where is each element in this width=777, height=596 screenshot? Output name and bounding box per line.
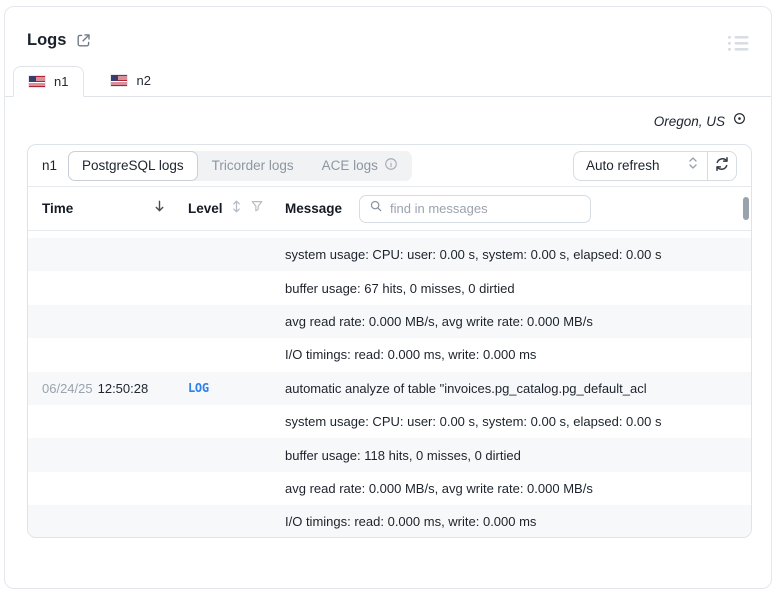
column-label: Message bbox=[285, 201, 343, 216]
log-row[interactable]: buffer usage: 118 hits, 0 misses, 0 dirt… bbox=[28, 438, 751, 472]
card-header: Logs bbox=[5, 7, 771, 52]
log-time: 12:50:28 bbox=[97, 380, 149, 396]
log-date: 06/24/25 bbox=[42, 380, 93, 396]
log-row[interactable]: buffer usage: 67 hits, 0 misses, 0 dirti… bbox=[28, 271, 751, 304]
log-message: system usage: CPU: user: 0.00 s, system:… bbox=[285, 414, 662, 430]
logs-toolbar: n1 PostgreSQL logs Tricorder logs ACE lo… bbox=[28, 145, 751, 187]
segment-label: Tricorder logs bbox=[211, 158, 294, 173]
refresh-controls: Auto refresh bbox=[573, 150, 737, 181]
us-flag-icon bbox=[111, 75, 128, 86]
log-type-tricorder[interactable]: Tricorder logs bbox=[198, 151, 308, 181]
info-icon bbox=[384, 157, 398, 174]
log-row[interactable]: avg read rate: 0.000 MB/s, avg write rat… bbox=[28, 304, 751, 339]
sort-updown-icon[interactable] bbox=[231, 199, 242, 219]
filter-icon[interactable] bbox=[250, 199, 264, 218]
log-message: avg read rate: 0.000 MB/s, avg write rat… bbox=[285, 480, 593, 496]
log-message: I/O timings: read: 0.000 ms, write: 0.00… bbox=[285, 347, 537, 363]
refresh-icon bbox=[714, 156, 730, 175]
log-type-postgresql[interactable]: PostgreSQL logs bbox=[68, 150, 198, 181]
log-row[interactable]: I/O timings: read: 0.000 ms, write: 0.00… bbox=[28, 338, 751, 371]
node-label: n1 bbox=[42, 158, 58, 173]
tab-n2[interactable]: n2 bbox=[96, 65, 165, 96]
log-row[interactable]: I/O timings: read: 0.000 ms, write: 0.00… bbox=[28, 505, 751, 537]
region-label: Oregon, US bbox=[653, 113, 725, 129]
log-message: buffer usage: 67 hits, 0 misses, 0 dirti… bbox=[285, 280, 515, 296]
log-row[interactable]: avg read rate: 0.000 MB/s, avg write rat… bbox=[28, 472, 751, 505]
tab-label: n2 bbox=[136, 73, 151, 88]
column-header-message: Message bbox=[285, 194, 737, 223]
sort-descending-icon[interactable] bbox=[153, 199, 166, 218]
column-label: Level bbox=[188, 201, 223, 216]
log-message: system usage: CPU: user: 0.00 s, system:… bbox=[285, 247, 662, 263]
logs-panel: n1 PostgreSQL logs Tricorder logs ACE lo… bbox=[27, 144, 752, 538]
node-tabbar: n1 n2 bbox=[5, 65, 771, 97]
message-search[interactable] bbox=[359, 194, 592, 223]
tab-n1[interactable]: n1 bbox=[13, 66, 85, 97]
log-message: I/O timings: read: 0.000 ms, write: 0.00… bbox=[285, 514, 537, 530]
page-title: Logs bbox=[27, 31, 67, 49]
search-icon bbox=[369, 199, 383, 218]
location-icon bbox=[732, 111, 747, 131]
segment-label: PostgreSQL logs bbox=[82, 158, 184, 173]
refresh-button[interactable] bbox=[707, 151, 736, 180]
search-input[interactable] bbox=[390, 201, 582, 216]
tab-label: n1 bbox=[54, 74, 69, 89]
log-type-ace[interactable]: ACE logs bbox=[308, 151, 412, 181]
log-message: automatic analyze of table "invoices.pg_… bbox=[285, 380, 647, 396]
log-type-switcher: PostgreSQL logs Tricorder logs ACE logs bbox=[68, 150, 412, 181]
scrollbar-thumb[interactable] bbox=[743, 197, 749, 220]
log-message: avg read rate: 0.000 MB/s, avg write rat… bbox=[285, 313, 593, 329]
column-label: Time bbox=[42, 201, 74, 216]
external-link-icon[interactable] bbox=[75, 32, 92, 49]
log-rows: system usage: CPU: user: 0.00 s, system:… bbox=[28, 231, 751, 537]
auto-refresh-label: Auto refresh bbox=[586, 158, 660, 173]
column-header-level[interactable]: Level bbox=[188, 199, 285, 219]
logs-card: Logs n1 n2 Oregon, US n1 PostgreSQL logs… bbox=[4, 6, 772, 589]
table-header: Time Level Message find in messages bbox=[28, 187, 751, 231]
auto-refresh-select[interactable]: Auto refresh bbox=[574, 152, 707, 180]
segment-label: ACE logs bbox=[321, 158, 378, 173]
log-row[interactable]: system usage: CPU: user: 0.00 s, system:… bbox=[28, 238, 751, 272]
log-row[interactable]: system usage: CPU: user: 0.00 s, system:… bbox=[28, 405, 751, 438]
us-flag-icon bbox=[29, 76, 45, 87]
list-icon[interactable] bbox=[728, 35, 749, 52]
log-message: buffer usage: 118 hits, 0 misses, 0 dirt… bbox=[285, 447, 521, 463]
region-row: Oregon, US bbox=[5, 97, 771, 131]
log-row[interactable]: 06/24/25 12:50:28 LOG automatic analyze o… bbox=[28, 371, 751, 405]
column-header-time[interactable]: Time bbox=[42, 199, 188, 218]
chevron-updown-icon bbox=[688, 156, 698, 175]
log-level: LOG bbox=[188, 381, 209, 396]
